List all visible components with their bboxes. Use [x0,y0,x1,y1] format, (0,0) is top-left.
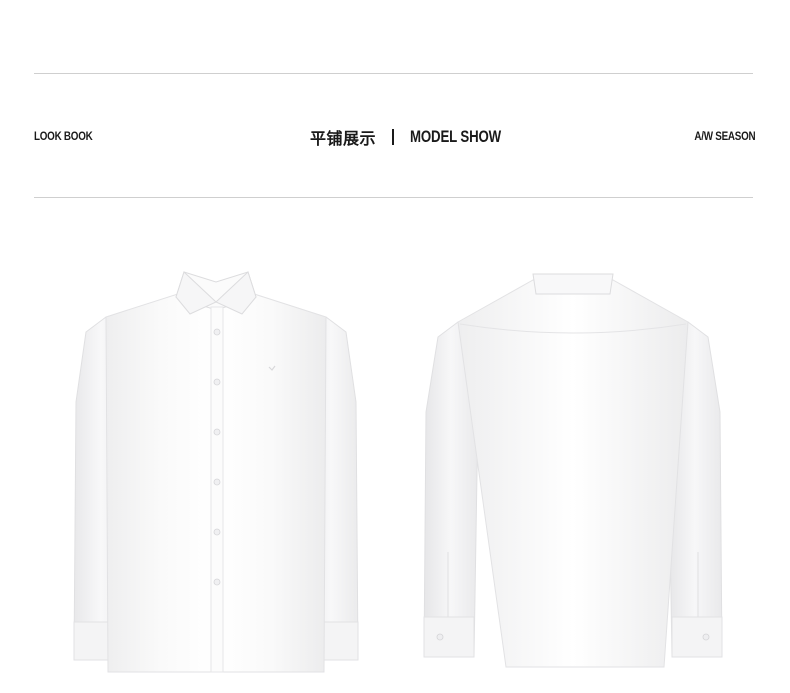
look-book-label: LOOK BOOK [34,129,93,143]
shirt-back-illustration [423,273,723,668]
shirt-front-illustration [73,271,359,673]
top-divider [34,73,753,74]
section-header: LOOK BOOK 平铺展示 MODEL SHOW A/W SEASON [34,118,755,156]
title-separator [392,129,395,145]
bottom-divider [34,197,753,198]
shirt-front-image [66,262,366,682]
title-english: MODEL SHOW [410,127,502,146]
section-title: 平铺展示 MODEL SHOW [310,124,527,150]
shirt-back-image [418,262,728,682]
title-chinese: 平铺展示 [310,129,377,148]
season-label: A/W SEASON [694,129,755,143]
